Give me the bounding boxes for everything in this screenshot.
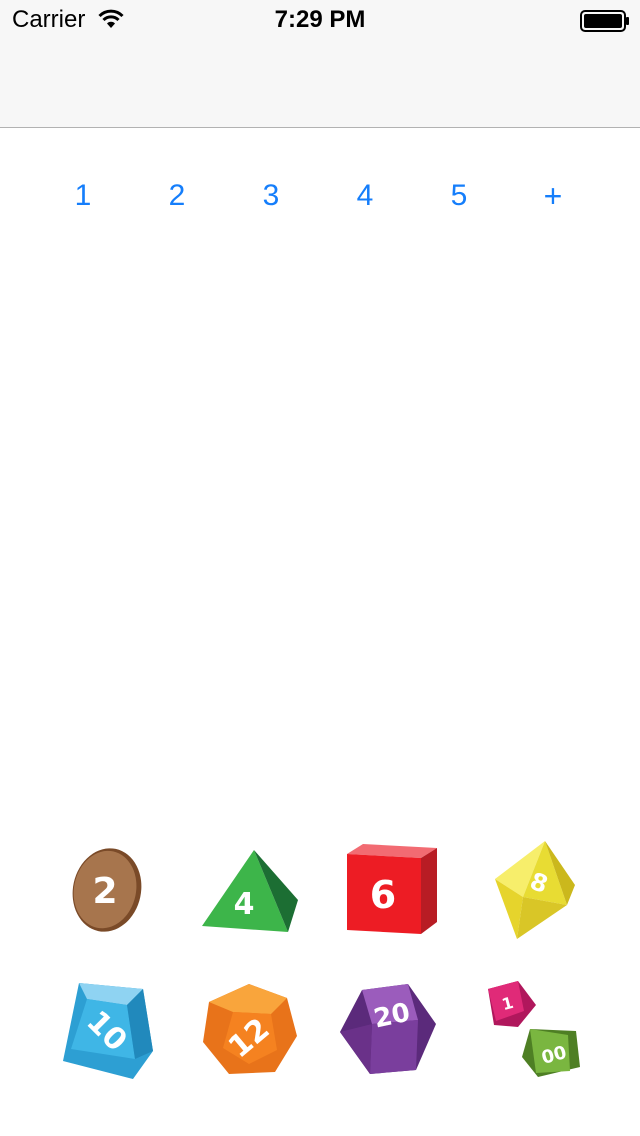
d100-percentile-icon: 1 00 bbox=[488, 981, 580, 1077]
d6-label: 6 bbox=[370, 873, 396, 917]
d2-coin-icon: 2 bbox=[72, 848, 142, 932]
d12-dodecahedron-icon: 12 bbox=[203, 984, 297, 1074]
count-button-2[interactable]: 2 bbox=[130, 172, 224, 220]
d2-die-button[interactable]: 2 bbox=[36, 820, 178, 960]
count-button-1[interactable]: 1 bbox=[36, 172, 130, 220]
d20-icosahedron-icon: 20 bbox=[340, 984, 436, 1074]
d4-pyramid-icon: 4 bbox=[202, 850, 298, 932]
d6-die-button[interactable]: 6 bbox=[320, 820, 462, 960]
dice-roller-screen: Carrier 7:29 PM 1 2 3 4 5 + 2 4 6 8 10 1… bbox=[0, 0, 640, 1136]
d8-die-button[interactable]: 8 bbox=[462, 820, 604, 960]
d100-die-button[interactable]: 1 00 bbox=[462, 960, 604, 1100]
battery-icon bbox=[580, 10, 629, 32]
status-time: 7:29 PM bbox=[274, 6, 366, 33]
count-button-3[interactable]: 3 bbox=[224, 172, 318, 220]
navigation-bar: Carrier 7:29 PM bbox=[0, 0, 640, 128]
dice-picker: 2 4 6 8 10 12 20 1 00 bbox=[36, 820, 604, 1110]
d20-die-button[interactable]: 20 bbox=[320, 960, 462, 1100]
d2-label: 2 bbox=[92, 871, 117, 912]
d4-label: 4 bbox=[234, 887, 255, 922]
d4-die-button[interactable]: 4 bbox=[178, 820, 320, 960]
d8-octahedron-icon: 8 bbox=[495, 841, 575, 939]
dice-count-selector: 1 2 3 4 5 + bbox=[36, 172, 600, 220]
d10-die-icon: 10 bbox=[63, 983, 153, 1079]
count-button-4[interactable]: 4 bbox=[318, 172, 412, 220]
add-count-button[interactable]: + bbox=[506, 172, 600, 220]
count-button-5[interactable]: 5 bbox=[412, 172, 506, 220]
d12-die-button[interactable]: 12 bbox=[178, 960, 320, 1100]
d6-cube-icon: 6 bbox=[347, 844, 437, 934]
d10-die-button[interactable]: 10 bbox=[36, 960, 178, 1100]
